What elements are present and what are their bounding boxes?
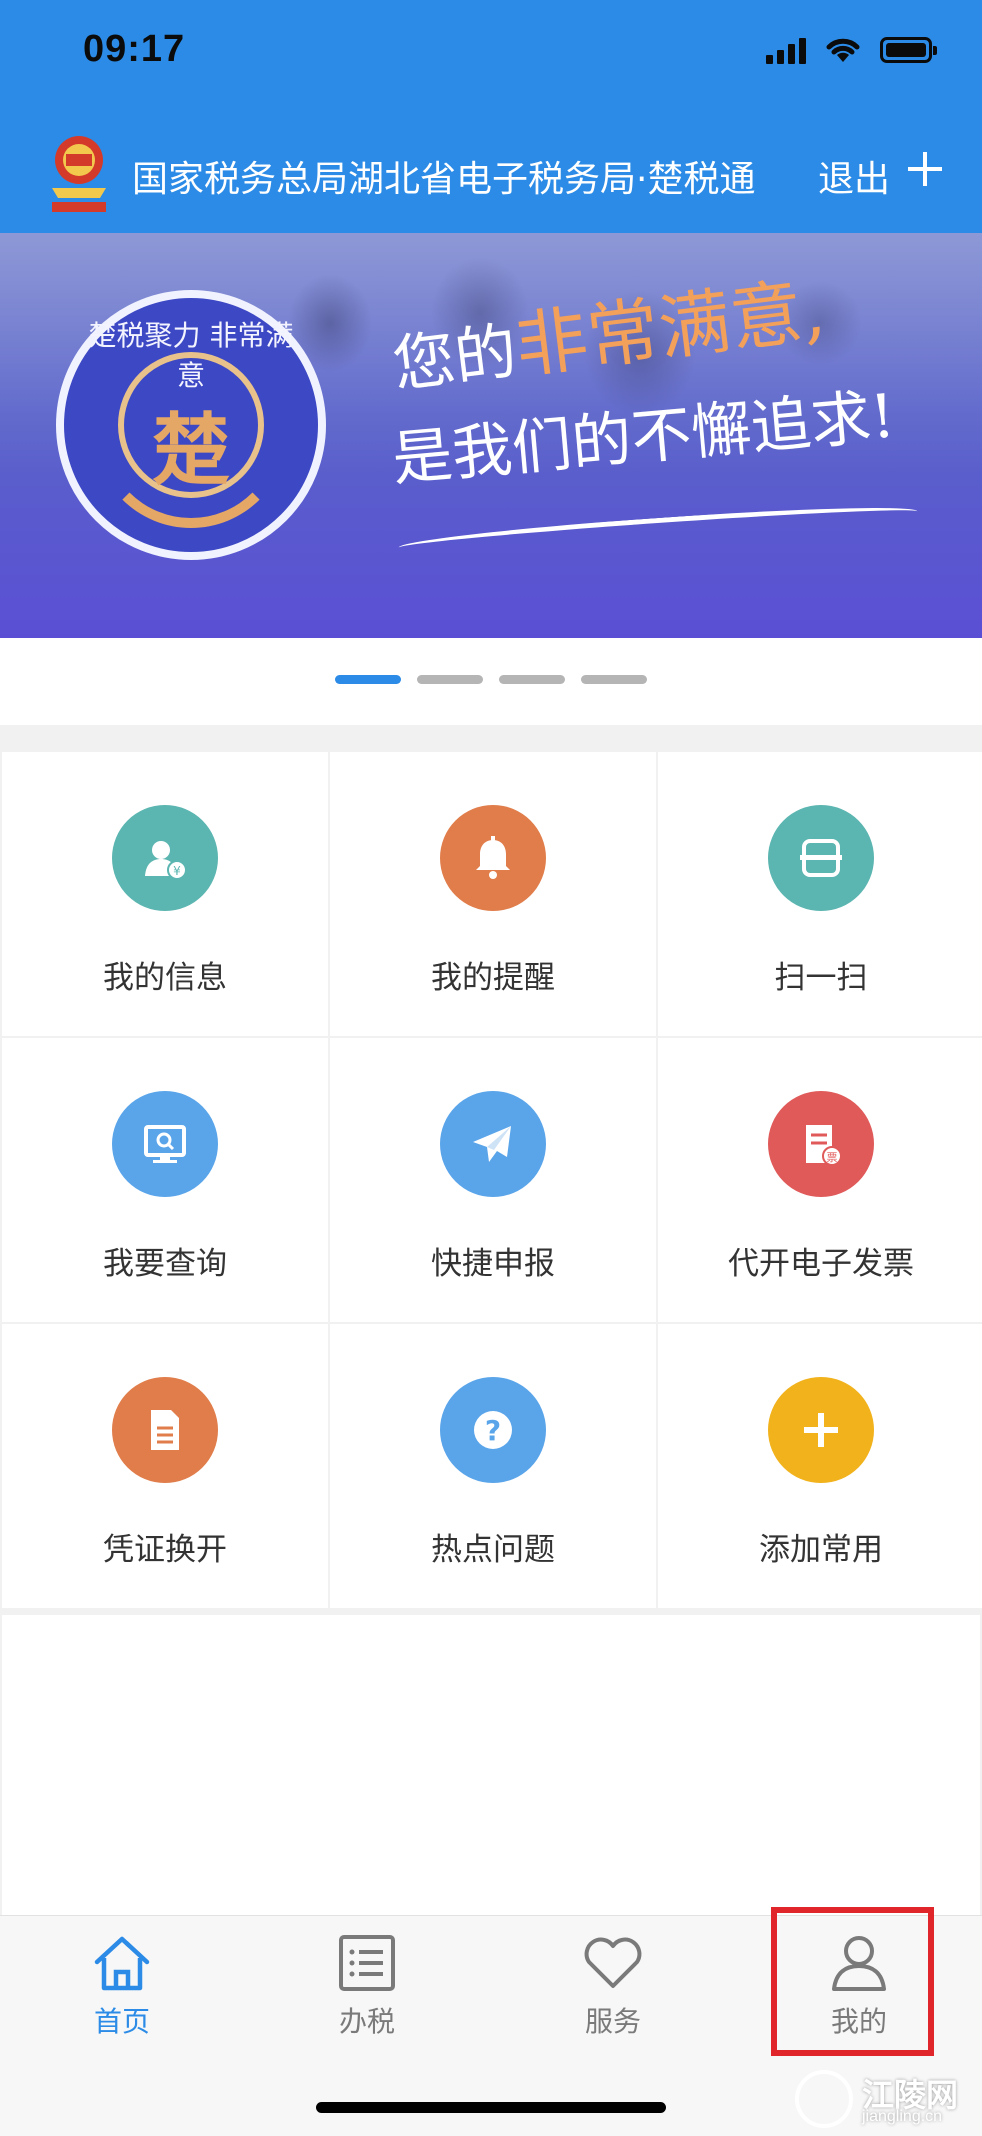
app-header: 09:17 国家税务总局湖北省电子税务局·楚税通 退出	[0, 0, 982, 233]
feature-cell[interactable]: ? 热点问题	[330, 1324, 656, 1608]
feature-label: 我要查询	[103, 1246, 227, 1282]
tab-home[interactable]: 首页	[62, 1934, 182, 2040]
tab-service[interactable]: 服务	[553, 1934, 673, 2040]
watermark-logo-icon	[795, 2070, 853, 2128]
battery-icon	[880, 37, 937, 63]
scan-icon	[768, 805, 874, 911]
carousel-dot[interactable]	[581, 675, 647, 684]
site-watermark: 江陵网 jiangling.cn	[790, 2068, 975, 2128]
national-emblem-icon	[52, 136, 106, 212]
badge-arc	[94, 418, 288, 528]
tab-tax[interactable]: 办税	[307, 1934, 427, 2040]
carousel-dot[interactable]	[335, 675, 401, 684]
satisfaction-badge: 楚税聚力 非常满意 楚	[56, 290, 326, 560]
tab-label: 办税	[338, 2005, 395, 2038]
promo-banner[interactable]: 楚税聚力 非常满意 楚 您的非常满意, 是我们的不懈追求!	[0, 233, 982, 638]
plus-icon	[768, 1377, 874, 1483]
feature-label: 扫一扫	[774, 960, 868, 996]
svg-text:?: ?	[485, 1414, 501, 1447]
empty-area	[2, 1615, 980, 1915]
feature-grid: ¥ 我的信息 我的提醒 扫一扫 我要查询 快捷申报 票代开电子发票 凭证换开? 热点问题 添加常用	[2, 752, 982, 1608]
banner-headline-prefix: 您的	[388, 314, 521, 402]
feature-cell[interactable]: 快捷申报	[330, 1038, 656, 1322]
feature-cell[interactable]: 添加常用	[658, 1324, 982, 1608]
annotation-highlight-box	[771, 1907, 934, 2056]
watermark-domain: jiangling.cn	[862, 2108, 943, 2125]
bell-icon	[440, 805, 546, 911]
tab-label: 首页	[93, 2005, 150, 2038]
home-indicator[interactable]	[316, 2102, 666, 2113]
status-time: 09:17	[83, 28, 186, 70]
cellular-signal-icon	[766, 36, 806, 64]
add-icon[interactable]	[905, 150, 945, 190]
list-icon	[339, 1935, 395, 1991]
home-icon	[94, 1936, 150, 1991]
svg-text:¥: ¥	[173, 864, 181, 878]
feature-label: 我的提醒	[431, 960, 555, 996]
feature-cell[interactable]: 我要查询	[2, 1038, 328, 1322]
heart-icon	[584, 1937, 642, 1988]
feature-cell[interactable]: 凭证换开	[2, 1324, 328, 1608]
carousel-dot[interactable]	[417, 675, 483, 684]
tab-label: 服务	[584, 2005, 641, 2038]
feature-label: 添加常用	[759, 1532, 883, 1568]
user-tax-icon: ¥	[112, 805, 218, 911]
logout-button[interactable]: 退出	[818, 150, 890, 202]
carousel-indicator	[0, 675, 982, 684]
question-icon: ?	[440, 1377, 546, 1483]
feature-cell[interactable]: ¥ 我的信息	[2, 752, 328, 1036]
svg-text:票: 票	[827, 1151, 838, 1164]
feature-label: 快捷申报	[431, 1246, 555, 1282]
feature-label: 代开电子发票	[728, 1246, 914, 1282]
feature-label: 凭证换开	[103, 1532, 227, 1568]
feature-label: 热点问题	[431, 1532, 555, 1568]
wifi-icon	[826, 38, 860, 62]
feature-cell[interactable]: 扫一扫	[658, 752, 982, 1036]
invoice-icon: 票	[768, 1091, 874, 1197]
feature-label: 我的信息	[103, 960, 227, 996]
feature-grid-area: ¥ 我的信息 我的提醒 扫一扫 我要查询 快捷申报 票代开电子发票 凭证换开? 热点问题 添加常用	[0, 725, 982, 1915]
feature-cell[interactable]: 票代开电子发票	[658, 1038, 982, 1322]
monitor-search-icon	[112, 1091, 218, 1197]
feature-cell[interactable]: 我的提醒	[330, 752, 656, 1036]
paper-plane-icon	[440, 1091, 546, 1197]
document-icon	[112, 1377, 218, 1483]
status-icons	[766, 36, 937, 64]
header-title: 国家税务总局湖北省电子税务局·楚税通	[132, 159, 756, 200]
carousel-dot[interactable]	[499, 675, 565, 684]
